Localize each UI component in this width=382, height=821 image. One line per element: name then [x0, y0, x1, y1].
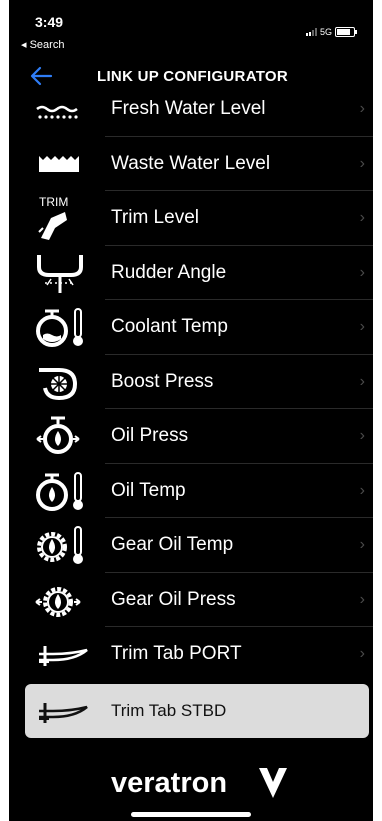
- list-item-label: Oil Press: [111, 425, 189, 447]
- coolant-temp-icon: [36, 308, 83, 348]
- trim-tab-icon: [39, 646, 88, 667]
- page-title: LINK UP CONFIGURATOR: [97, 68, 289, 85]
- list-item-gear-oil-temp[interactable]: Gear Oil Temp ›: [9, 518, 373, 573]
- chevron-right-icon: ›: [359, 100, 365, 118]
- list-item-oil-press[interactable]: Oil Press ›: [9, 409, 373, 464]
- chevron-right-icon: ›: [359, 481, 365, 499]
- signal-icon: [305, 28, 317, 36]
- network-label: 5G: [319, 27, 332, 37]
- back-to-search-link[interactable]: ◂ Search: [21, 38, 64, 51]
- battery-icon: [335, 27, 357, 37]
- nav-bar: LINK UP CONFIGURATOR: [9, 58, 373, 96]
- list-item-oil-temp[interactable]: Oil Temp ›: [9, 464, 373, 518]
- chevron-right-icon: ›: [359, 427, 365, 445]
- veratron-logo: veratron: [111, 767, 287, 799]
- status-bar: 3:49 ◂ Search 5G: [9, 0, 373, 58]
- list-item-gear-oil-press[interactable]: Gear Oil Press ›: [9, 573, 373, 627]
- list-item-label: Gear Oil Press: [111, 588, 236, 610]
- list-item-coolant-temp[interactable]: Coolant Temp ›: [9, 300, 373, 355]
- rudder-icon: [37, 254, 83, 293]
- list-item-label: Fresh Water Level: [111, 98, 266, 120]
- trim-icon: [38, 211, 67, 240]
- chevron-right-icon: ›: [359, 318, 365, 336]
- list-item-rudder-angle[interactable]: Rudder Angle ›: [9, 246, 373, 300]
- list-item-label: Oil Temp: [111, 479, 186, 501]
- list-item-trim-tab-port[interactable]: Trim Tab PORT ›: [9, 627, 373, 682]
- list-item-trim-level[interactable]: TRIM Trim Level ›: [9, 191, 373, 246]
- gauge-list: Fresh Water Level › Waste Water Level › …: [9, 82, 373, 738]
- home-indicator[interactable]: [131, 812, 251, 817]
- list-item-label: Boost Press: [111, 370, 214, 392]
- chevron-right-icon: ›: [359, 372, 365, 390]
- chevron-right-icon: ›: [359, 263, 365, 281]
- list-item-label: Waste Water Level: [111, 152, 271, 174]
- gear-oil-temp-icon: [37, 526, 83, 565]
- chevron-right-icon: ›: [359, 209, 365, 227]
- oil-press-icon: [36, 416, 80, 455]
- brand-name: veratron: [111, 767, 227, 799]
- back-arrow-icon[interactable]: [29, 65, 55, 87]
- chevron-right-icon: ›: [359, 154, 365, 172]
- gear-oil-press-icon: [35, 586, 81, 617]
- trim-tab-icon: [39, 702, 88, 723]
- list-item-label: Trim Tab PORT: [111, 643, 242, 665]
- list-item-label: Gear Oil Temp: [111, 534, 234, 556]
- list-item-label: Coolant Temp: [111, 316, 228, 338]
- chevron-right-icon: ›: [359, 645, 365, 663]
- app-screen: 3:49 ◂ Search 5G Fresh Water Level › Was…: [9, 0, 373, 821]
- chevron-right-icon: ›: [359, 590, 365, 608]
- list-item-label: Rudder Angle: [111, 261, 227, 283]
- list-item-label: Trim Level: [111, 207, 199, 229]
- waste-water-icon: [39, 155, 79, 172]
- oil-temp-icon: [36, 471, 83, 511]
- turbo-icon: [39, 367, 78, 400]
- list-item-boost-press[interactable]: Boost Press ›: [9, 355, 373, 409]
- list-item-trim-tab-stbd[interactable]: Trim Tab STBD: [9, 683, 373, 738]
- list-item-waste-water-level[interactable]: Waste Water Level ›: [9, 137, 373, 191]
- chevron-right-icon: ›: [359, 536, 365, 554]
- list-item-label: Trim Tab STBD: [111, 700, 227, 720]
- status-time: 3:49: [35, 14, 64, 30]
- status-indicators: 5G: [305, 27, 357, 37]
